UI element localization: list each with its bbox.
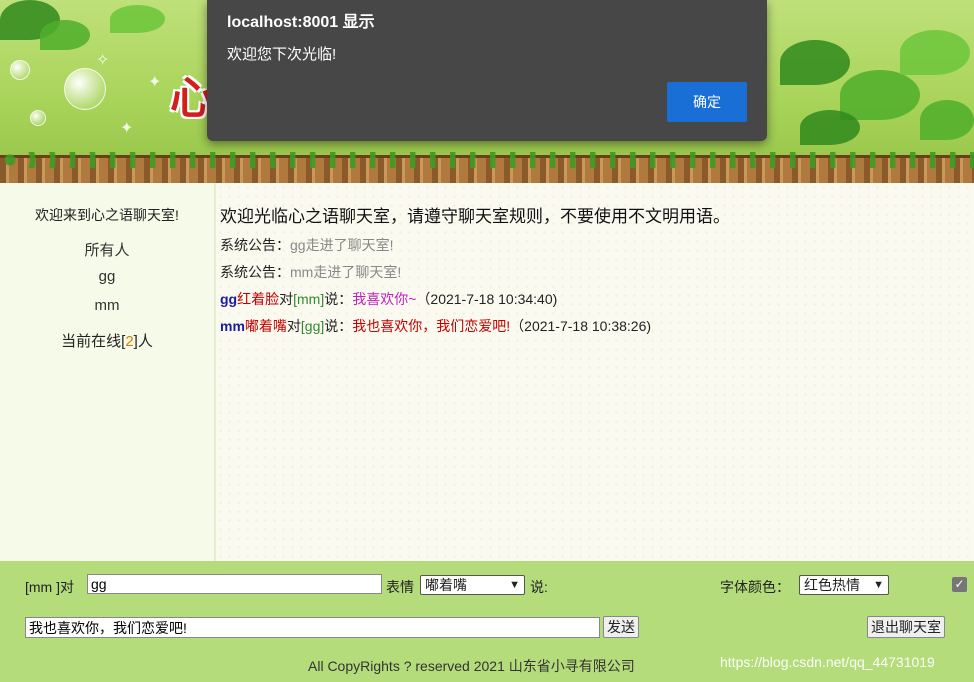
chat-area: 欢迎光临心之语聊天室，请遵守聊天室规则，不要使用不文明用语。 系统公告：gg走进… bbox=[216, 183, 974, 561]
chat-message: gg红着脸对[mm]说：我喜欢你~（2021-7-18 10:34:40) bbox=[220, 289, 557, 309]
online-number: 2 bbox=[125, 333, 134, 350]
message-target: [gg] bbox=[300, 318, 325, 334]
chat-message: mm嘟着嘴对[gg]说：我也喜欢你，我们恋爱吧!（2021-7-18 10:38… bbox=[220, 316, 651, 336]
dialog-message: 欢迎您下次光临! bbox=[227, 46, 337, 63]
font-color-selected: 红色热情 bbox=[804, 577, 860, 593]
vine-decoration bbox=[0, 152, 974, 168]
expression-label: 表情 bbox=[386, 579, 414, 595]
user-item-all[interactable]: 所有人 bbox=[0, 239, 214, 260]
leaf-decoration bbox=[800, 110, 860, 145]
leaf-decoration bbox=[920, 100, 974, 140]
sparkle-icon: ✦ bbox=[148, 74, 162, 91]
system-message: 系统公告：gg走进了聊天室! bbox=[220, 235, 393, 255]
sidebar: 欢迎来到心之语聊天室! 所有人 gg mm 当前在线[2]人 bbox=[0, 183, 216, 561]
send-button[interactable]: 发送 bbox=[603, 616, 639, 638]
online-count: 当前在线[2]人 bbox=[0, 330, 214, 351]
leaf-decoration bbox=[110, 5, 165, 33]
message-target: [mm] bbox=[293, 291, 325, 307]
message-to: 对 bbox=[279, 291, 294, 307]
system-text: mm走进了聊天室! bbox=[290, 264, 402, 280]
bubble-decoration bbox=[10, 60, 30, 80]
alert-dialog: localhost:8001 显示 欢迎您下次光临! 确定 bbox=[207, 0, 767, 141]
bubble-decoration bbox=[30, 110, 46, 126]
target-input[interactable] bbox=[87, 574, 382, 594]
user-item-gg[interactable]: gg bbox=[0, 268, 214, 285]
sparkle-icon: ✧ bbox=[96, 52, 110, 69]
message-text: 我也喜欢你，我们恋爱吧! bbox=[352, 318, 511, 334]
message-said: 说： bbox=[324, 318, 353, 334]
font-color-label: 字体颜色： bbox=[720, 579, 790, 595]
leaf-decoration bbox=[840, 70, 920, 120]
sidebar-welcome: 欢迎来到心之语聊天室! bbox=[35, 207, 179, 223]
expression-select[interactable]: 嘟着嘴 ▼ bbox=[420, 575, 525, 595]
message-to: 对 bbox=[286, 318, 301, 334]
input-bar: [mm ]对 表情 嘟着嘴 ▼ 说: 字体颜色： 红色热情 ▼ ✓ 发送 退出聊… bbox=[0, 561, 974, 682]
system-label: 系统公告： bbox=[220, 237, 290, 253]
online-prefix: 当前在线[ bbox=[61, 333, 126, 350]
chat-rules: 欢迎光临心之语聊天室，请遵守聊天室规则，不要使用不文明用语。 bbox=[220, 207, 730, 226]
sparkle-icon: ✦ bbox=[120, 120, 134, 137]
leaf-decoration bbox=[900, 30, 970, 75]
speaker-label: [mm ]对 bbox=[25, 579, 74, 595]
message-time: （2021-7-18 10:34:40) bbox=[416, 291, 558, 307]
leaf-decoration bbox=[40, 20, 90, 50]
online-suffix: ]人 bbox=[133, 333, 153, 350]
copyright-text: All CopyRights ? reserved 2021 山东省小寻有限公司 bbox=[308, 658, 635, 674]
user-item-mm[interactable]: mm bbox=[0, 297, 214, 314]
message-text: 我喜欢你~ bbox=[352, 291, 417, 307]
ok-button[interactable]: 确定 bbox=[667, 82, 747, 122]
chevron-down-icon: ▼ bbox=[509, 579, 520, 591]
auto-scroll-checkbox[interactable]: ✓ bbox=[952, 577, 967, 592]
system-message: 系统公告：mm走进了聊天室! bbox=[220, 262, 401, 282]
expression-selected: 嘟着嘴 bbox=[425, 577, 467, 593]
message-said: 说： bbox=[324, 291, 353, 307]
message-time: （2021-7-18 10:38:26) bbox=[510, 318, 652, 334]
chevron-down-icon: ▼ bbox=[873, 579, 884, 591]
font-color-select[interactable]: 红色热情 ▼ bbox=[799, 575, 889, 595]
message-expression: 嘟着嘴 bbox=[244, 318, 287, 334]
dialog-title: localhost:8001 显示 bbox=[227, 14, 375, 31]
message-sender: mm bbox=[220, 318, 245, 334]
bubble-decoration bbox=[64, 68, 106, 110]
watermark-text: https://blog.csdn.net/qq_44731019 bbox=[720, 654, 935, 670]
message-expression: 红着脸 bbox=[237, 291, 280, 307]
message-sender: gg bbox=[220, 291, 238, 307]
system-label: 系统公告： bbox=[220, 264, 290, 280]
exit-chat-button[interactable]: 退出聊天室 bbox=[867, 616, 945, 638]
leaf-decoration bbox=[780, 40, 850, 85]
system-text: gg走进了聊天室! bbox=[290, 237, 394, 253]
message-input[interactable] bbox=[25, 617, 600, 638]
say-label: 说: bbox=[530, 579, 548, 595]
